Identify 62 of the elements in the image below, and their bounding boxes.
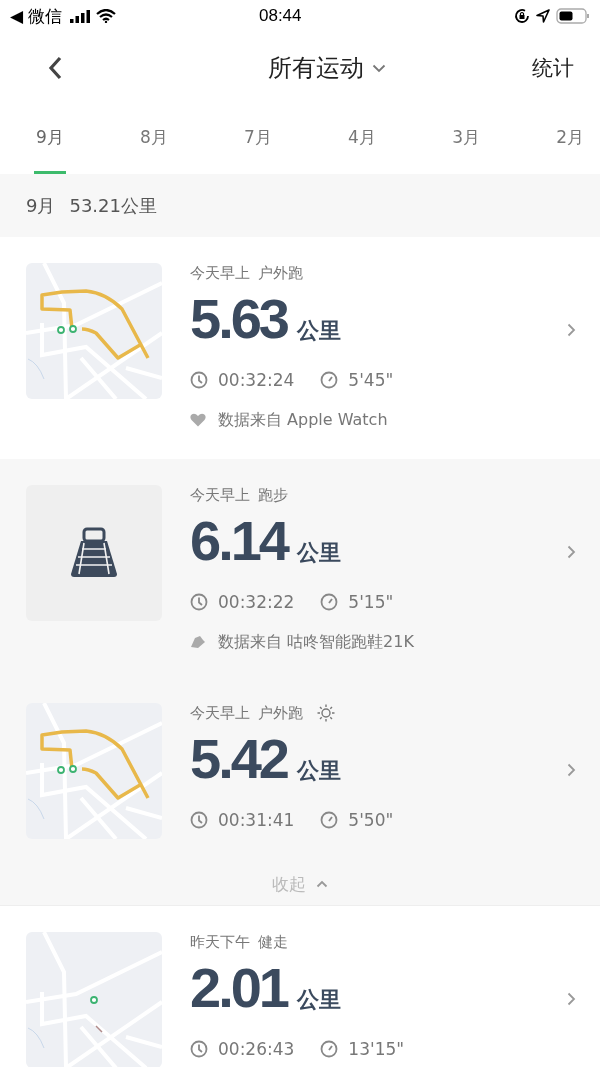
clock-icon: [190, 371, 208, 389]
activity-time: 今天早上: [190, 263, 250, 283]
distance-unit: 公里: [297, 317, 341, 345]
month-tab[interactable]: 8月: [138, 104, 170, 174]
status-time: 08:44: [257, 6, 303, 26]
duration-text: 00:31:41: [218, 809, 295, 831]
activity-type: 健走: [258, 932, 288, 952]
data-source-text: 数据来自 咕咚智能跑鞋21K: [218, 631, 414, 653]
data-source-text: 数据来自 Apple Watch: [218, 409, 388, 431]
distance-unit: 公里: [297, 986, 341, 1014]
caret-up-icon: [316, 880, 328, 888]
gauge-icon: [320, 593, 339, 611]
distance-value: 5.42: [190, 729, 287, 789]
chevron-right-icon[interactable]: [567, 992, 576, 1006]
heart-icon: [190, 413, 206, 427]
distance-value: 6.14: [190, 511, 287, 571]
activity-type: 户外跑: [258, 263, 303, 283]
gauge-icon: [320, 811, 339, 829]
month-tab[interactable]: 4月: [346, 104, 378, 174]
month-tab[interactable]: 7月: [242, 104, 274, 174]
back-to-app-link[interactable]: ◀ 微信: [10, 4, 63, 28]
clock-icon: [190, 593, 208, 611]
month-tab[interactable]: 3月: [450, 104, 482, 174]
chevron-right-icon[interactable]: [567, 323, 576, 337]
pace-text: 5'15": [348, 591, 394, 613]
treadmill-icon: [69, 527, 119, 579]
signal-icon: [70, 9, 91, 23]
activity-time: 今天早上: [190, 485, 250, 505]
distance-value: 5.63: [190, 289, 287, 349]
wifi-icon: [96, 9, 117, 23]
pace-text: 13'15": [348, 1038, 405, 1060]
pace-text: 5'45": [348, 369, 394, 391]
activity-card[interactable]: 今天早上 户外跑 5.42 公里 00:31:41 5'50": [0, 677, 600, 863]
distance-value: 2.01: [190, 958, 287, 1018]
rotation-lock-icon: [514, 8, 530, 24]
duration-text: 00:32:22: [218, 591, 295, 613]
battery-icon: [556, 8, 590, 24]
distance-unit: 公里: [297, 757, 341, 785]
gauge-icon: [320, 1040, 339, 1058]
sport-filter-dropdown[interactable]: 所有运动: [268, 52, 386, 84]
summary-month: 9月: [26, 193, 56, 218]
back-icon[interactable]: [48, 56, 62, 80]
duration-text: 00:26:43: [218, 1038, 295, 1060]
activity-time: 昨天下午: [190, 932, 250, 952]
distance-unit: 公里: [297, 539, 341, 567]
pace-text: 5'50": [348, 809, 394, 831]
clock-icon: [190, 811, 208, 829]
chevron-right-icon[interactable]: [567, 545, 576, 559]
activity-time: 今天早上: [190, 703, 250, 723]
statistics-button[interactable]: 统计: [532, 54, 574, 82]
activity-type: 户外跑: [258, 703, 303, 723]
month-tab[interactable]: 2月: [554, 104, 586, 174]
activity-type: 跑步: [258, 485, 288, 505]
activity-card[interactable]: 今天早上 跑步 6.14 公里 00:32:22 5'15" 数据来自 咕咚智能跑鞋21K: [0, 459, 600, 677]
chevron-right-icon[interactable]: [567, 763, 576, 777]
duration-text: 00:32:24: [218, 369, 295, 391]
caret-down-icon: [372, 63, 386, 73]
summary-distance: 53.21公里: [69, 193, 157, 218]
clock-icon: [190, 1040, 208, 1058]
location-icon: [536, 9, 550, 23]
gauge-icon: [320, 371, 339, 389]
shoe-icon: [190, 635, 206, 649]
